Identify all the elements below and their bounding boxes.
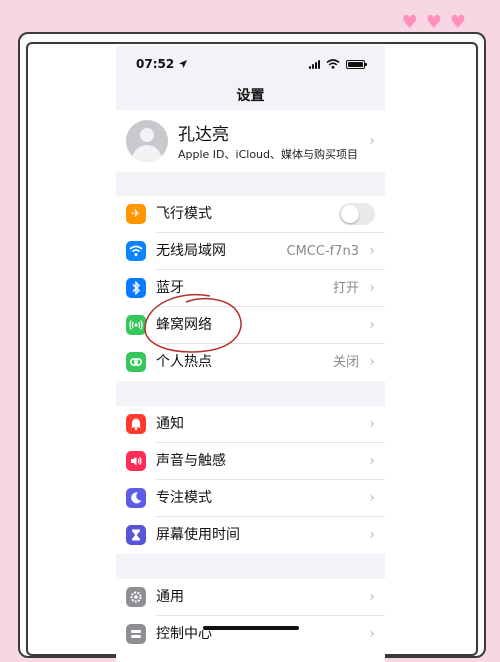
row-label: 无线局域网 bbox=[156, 243, 226, 259]
chevron-right-icon: › bbox=[369, 527, 375, 543]
row-label: 飞行模式 bbox=[156, 206, 212, 222]
screen-time-row[interactable]: 屏幕使用时间 › bbox=[116, 517, 385, 554]
profile-subtitle: Apple ID、iCloud、媒体与购买项目 bbox=[178, 148, 359, 161]
chevron-right-icon: › bbox=[369, 626, 375, 642]
row-label: 屏幕使用时间 bbox=[156, 527, 240, 543]
chevron-right-icon: › bbox=[369, 453, 375, 469]
apple-id-profile-row[interactable]: 孔达亮 Apple ID、iCloud、媒体与购买项目 › bbox=[116, 110, 385, 172]
wifi-row[interactable]: 无线局域网 CMCC-f7n3 › bbox=[116, 233, 385, 270]
row-label: 蜂窝网络 bbox=[156, 317, 212, 333]
hotspot-value: 关闭 bbox=[332, 355, 359, 370]
airplane-mode-row[interactable]: ✈ 飞行模式 bbox=[116, 196, 385, 233]
avatar bbox=[126, 120, 168, 162]
control-center-icon bbox=[126, 624, 146, 644]
row-label: 控制中心 bbox=[156, 626, 212, 642]
chevron-right-icon: › bbox=[369, 354, 375, 370]
row-label: 个人热点 bbox=[156, 354, 212, 370]
status-bar: 07:52 bbox=[116, 46, 385, 82]
chevron-right-icon: › bbox=[369, 243, 375, 259]
notification-icon bbox=[126, 414, 146, 434]
heart-icon: ♥ bbox=[425, 12, 442, 33]
row-label: 蓝牙 bbox=[156, 280, 184, 296]
sound-icon bbox=[126, 451, 146, 471]
location-arrow-icon bbox=[179, 60, 188, 68]
airplane-mode-toggle[interactable] bbox=[339, 203, 375, 225]
chevron-right-icon: › bbox=[369, 317, 375, 333]
chevron-right-icon: › bbox=[369, 490, 375, 506]
cellular-signal-icon bbox=[309, 59, 320, 69]
notifications-row[interactable]: 通知 › bbox=[116, 406, 385, 443]
network-settings-group: ✈ 飞行模式 无线局域网 CMCC-f7n3 › 蓝牙 打开 › 蜂窝网络 › … bbox=[116, 196, 385, 381]
personal-hotspot-row[interactable]: 个人热点 关闭 › bbox=[116, 344, 385, 381]
bluetooth-value: 打开 bbox=[332, 281, 359, 296]
heart-decoration: ♥ ♥ ♥ bbox=[402, 14, 466, 32]
hotspot-icon bbox=[126, 352, 146, 372]
sounds-haptics-row[interactable]: 声音与触感 › bbox=[116, 443, 385, 480]
wifi-status-icon bbox=[326, 59, 340, 69]
wifi-network-value: CMCC-f7n3 bbox=[286, 244, 360, 259]
airplane-icon: ✈ bbox=[126, 204, 146, 224]
notification-settings-group: 通知 › 声音与触感 › 专注模式 › 屏幕使用时间 › bbox=[116, 406, 385, 554]
row-label: 通用 bbox=[156, 589, 184, 605]
hourglass-icon bbox=[126, 525, 146, 545]
general-settings-group: 通用 › 控制中心 › bbox=[116, 579, 385, 662]
general-row[interactable]: 通用 › bbox=[116, 579, 385, 616]
row-label: 声音与触感 bbox=[156, 453, 226, 469]
chevron-right-icon: › bbox=[369, 133, 375, 149]
settings-screen: 07:52 设置 孔达亮 Apple ID、iCloud、媒体与购买项目 › ✈… bbox=[116, 46, 385, 662]
wifi-icon bbox=[126, 241, 146, 261]
heart-icon: ♥ bbox=[449, 12, 466, 33]
focus-mode-row[interactable]: 专注模式 › bbox=[116, 480, 385, 517]
cellular-row[interactable]: 蜂窝网络 › bbox=[116, 307, 385, 344]
row-label: 通知 bbox=[156, 416, 184, 432]
bluetooth-icon bbox=[126, 278, 146, 298]
row-label: 专注模式 bbox=[156, 490, 212, 506]
bluetooth-row[interactable]: 蓝牙 打开 › bbox=[116, 270, 385, 307]
profile-name: 孔达亮 bbox=[178, 125, 229, 145]
status-time: 07:52 bbox=[136, 57, 175, 71]
chevron-right-icon: › bbox=[369, 416, 375, 432]
chevron-right-icon: › bbox=[369, 589, 375, 605]
battery-icon bbox=[346, 59, 367, 69]
control-center-row[interactable]: 控制中心 › bbox=[116, 616, 385, 653]
chevron-right-icon: › bbox=[369, 280, 375, 296]
page-title: 设置 bbox=[236, 88, 265, 104]
home-indicator[interactable] bbox=[203, 626, 299, 630]
heart-icon: ♥ bbox=[401, 12, 418, 33]
moon-icon bbox=[126, 488, 146, 508]
gear-icon bbox=[126, 587, 146, 607]
cellular-icon bbox=[126, 315, 146, 335]
